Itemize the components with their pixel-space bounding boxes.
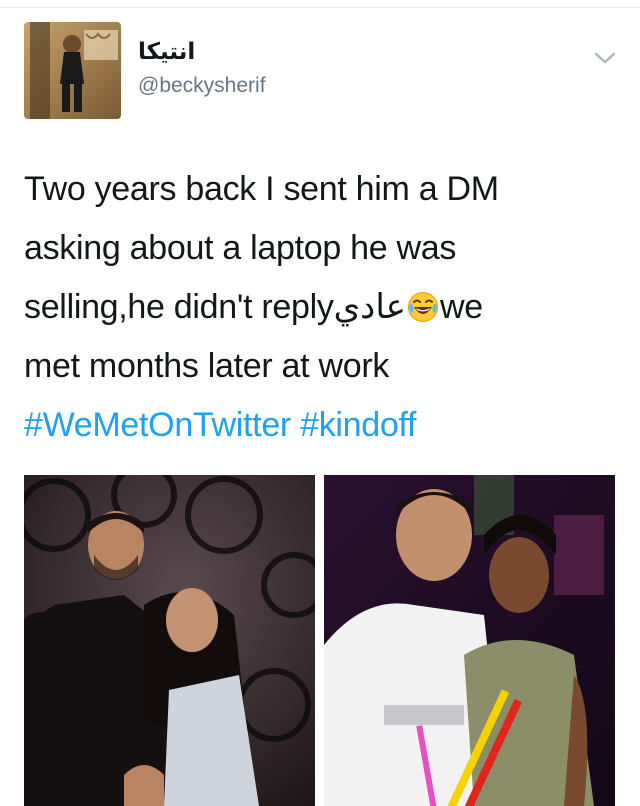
tweet-text-line: selling,he didn't replyعادي we bbox=[24, 278, 624, 337]
tweet-text-line: met months later at work bbox=[24, 347, 390, 385]
hashtag-line: #WeMetOnTwitter #kindoff bbox=[24, 396, 624, 455]
tweet-photo-1[interactable] bbox=[24, 475, 315, 806]
hashtag-wemetontwitter[interactable]: #WeMetOnTwitter bbox=[24, 406, 291, 444]
user-handle[interactable]: @beckysherif bbox=[138, 74, 266, 98]
face-with-tears-of-joy-icon bbox=[407, 283, 439, 322]
arabic-word: عادي bbox=[333, 288, 407, 326]
tweet-text-fragment: selling,he didn't reply bbox=[24, 288, 334, 326]
tweet-photo-2[interactable] bbox=[324, 475, 615, 806]
display-name[interactable]: انتيكا bbox=[138, 38, 195, 65]
couple-photo-1-image bbox=[24, 475, 315, 806]
tweet-card: انتيكا @beckysherif Two years back I sen… bbox=[0, 0, 640, 806]
couple-photo-2-image bbox=[324, 475, 615, 806]
tweet-text: Two years back I sent him a DM asking ab… bbox=[24, 160, 624, 455]
top-divider bbox=[0, 0, 640, 8]
hashtag-kindoff[interactable]: #kindoff bbox=[300, 406, 416, 444]
tweet-text-line: Two years back I sent him a DM bbox=[24, 170, 499, 208]
tweet-text-fragment: we bbox=[439, 288, 483, 326]
avatar-photo-icon bbox=[24, 22, 121, 119]
tweet-text-line: asking about a laptop he was bbox=[24, 229, 457, 267]
user-avatar[interactable] bbox=[24, 22, 121, 119]
chevron-down-icon[interactable] bbox=[592, 48, 618, 68]
